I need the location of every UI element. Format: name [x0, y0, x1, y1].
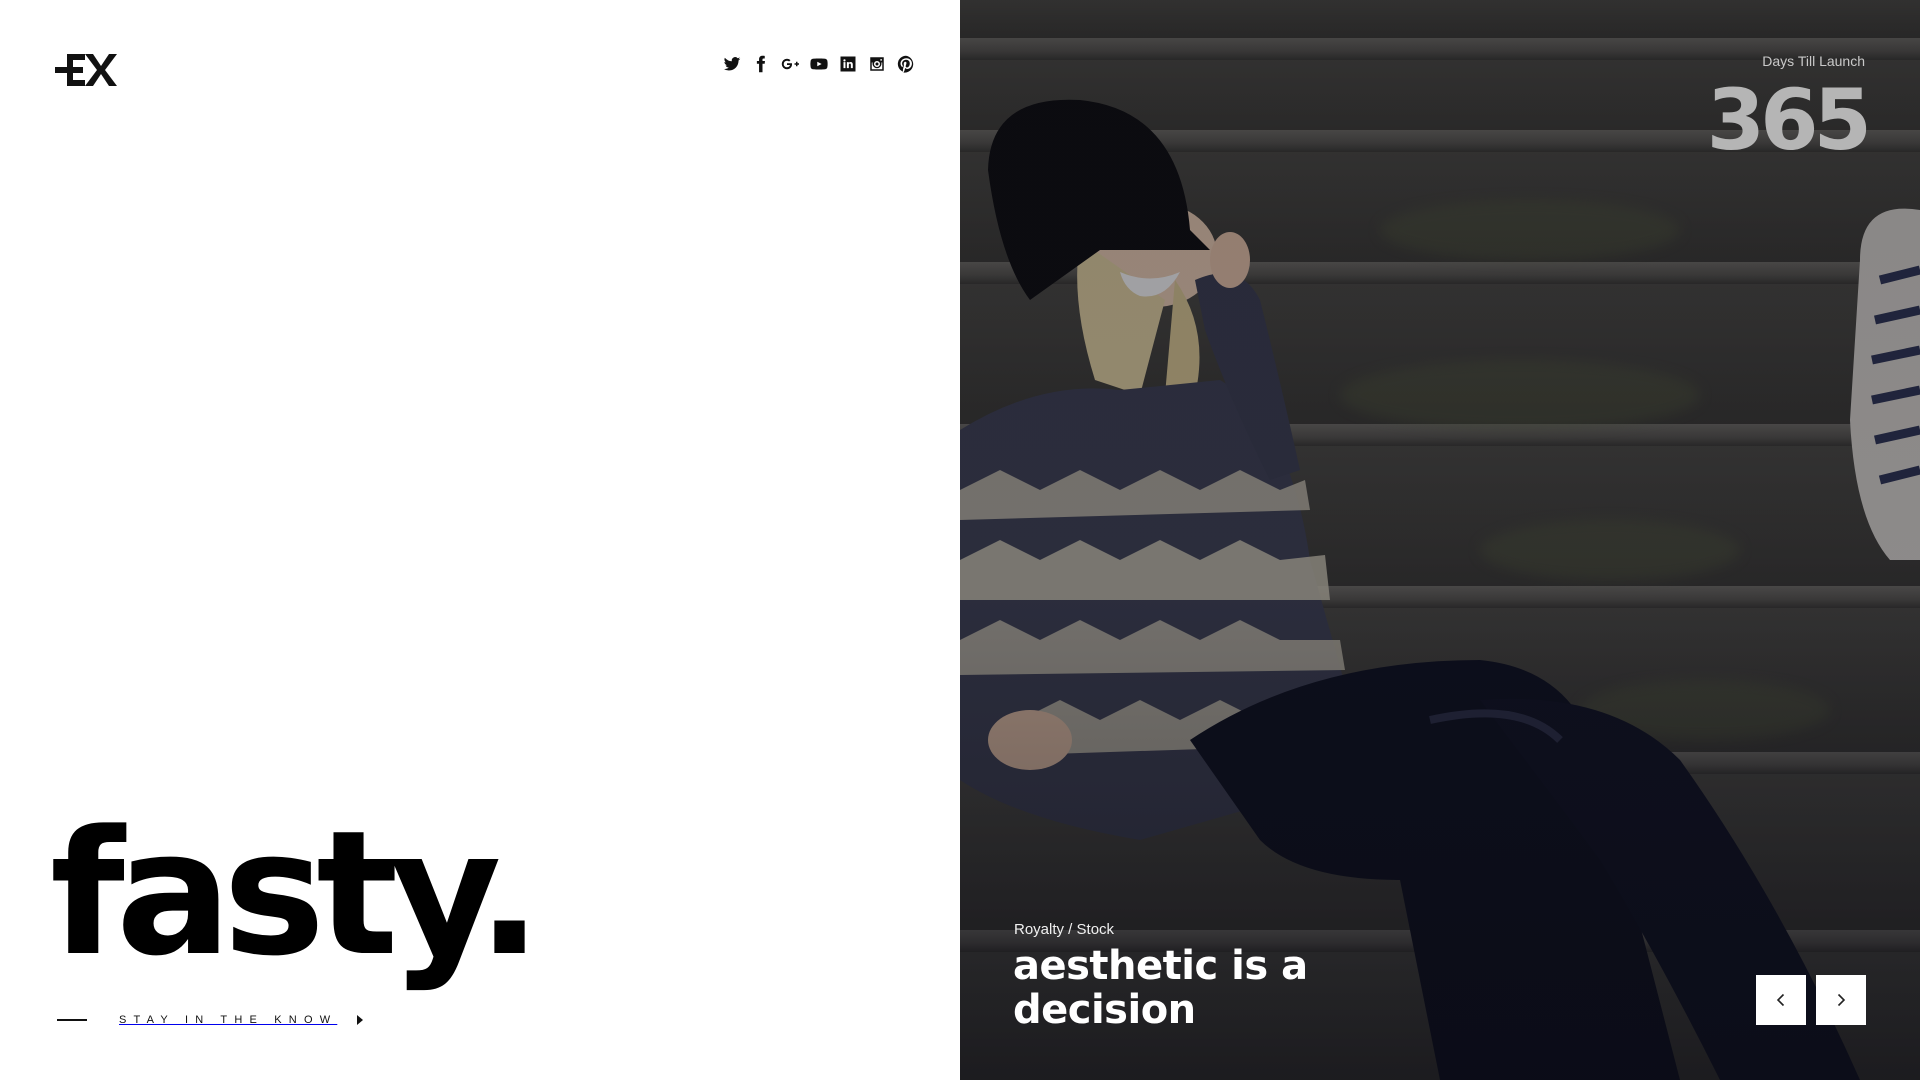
brand-wordmark: fasty. [50, 793, 542, 994]
caret-right-icon [357, 1015, 364, 1025]
instagram-icon[interactable] [867, 54, 887, 74]
chevron-right-icon [1837, 993, 1846, 1007]
google-plus-icon[interactable] [780, 54, 800, 74]
pinterest-icon[interactable] [896, 54, 916, 74]
slide-title: aesthetic is a decision [1013, 943, 1308, 1033]
twitter-icon[interactable] [722, 54, 742, 74]
social-links [722, 52, 916, 76]
hero-image-panel: Days Till Launch 365 Royalty / Stock aes… [960, 0, 1920, 1080]
slide-category[interactable]: Royalty / Stock [1014, 921, 1114, 938]
facebook-icon[interactable] [751, 54, 771, 74]
linkedin-icon[interactable] [838, 54, 858, 74]
ex-logo[interactable] [55, 50, 117, 90]
countdown-value: 365 [1706, 71, 1872, 169]
ex-monogram-logo [55, 54, 117, 86]
stay-in-the-know-label: STAY IN THE KNOW [119, 1014, 338, 1026]
landing-page: fasty. STAY IN THE KNOW Days Till Launch… [0, 0, 1920, 1080]
countdown-label: Days Till Launch [1762, 53, 1865, 69]
prev-slide-button[interactable] [1756, 975, 1806, 1025]
next-slide-button[interactable] [1816, 975, 1866, 1025]
stay-in-the-know-link[interactable]: STAY IN THE KNOW [57, 1012, 364, 1028]
divider-line [57, 1019, 87, 1021]
left-panel: fasty. STAY IN THE KNOW [0, 0, 960, 1080]
youtube-icon[interactable] [809, 54, 829, 74]
chevron-left-icon [1776, 993, 1785, 1007]
